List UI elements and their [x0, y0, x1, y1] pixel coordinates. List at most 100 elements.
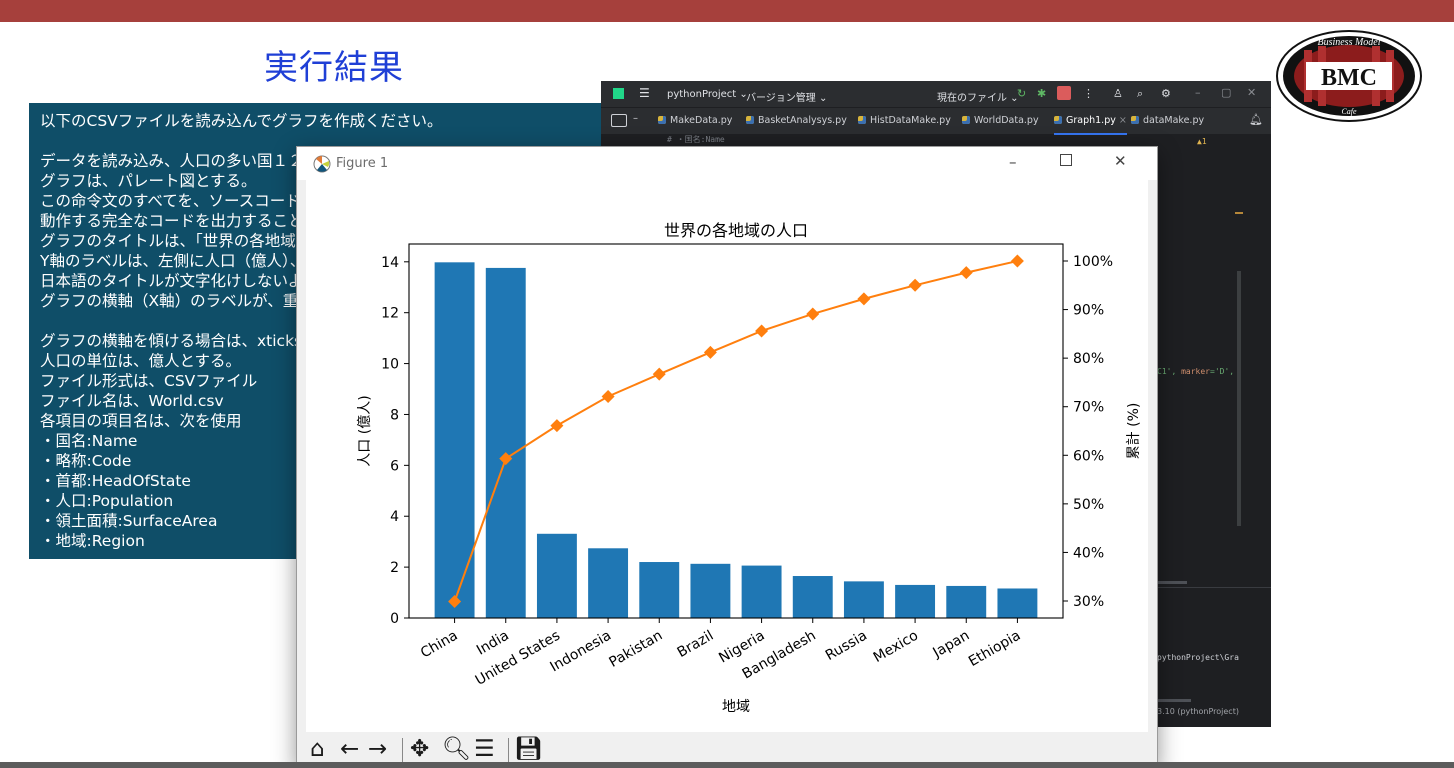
y-tick-label: 2 [390, 560, 399, 576]
ide-project-selector[interactable]: pythonProject ⌄ [667, 89, 748, 100]
chart-title: 世界の各地域の人口 [664, 221, 808, 240]
back-arrow-icon[interactable]: ← [340, 734, 359, 764]
bar [485, 267, 526, 618]
prompt-line: ・首都:HeadOfState [40, 472, 191, 490]
ide-tab-makedata[interactable]: MakeData.py [658, 115, 732, 126]
ide-tab-basketanalysys[interactable]: BasketAnalysys.py [746, 115, 847, 126]
bar [792, 576, 833, 618]
ide-user-icon[interactable]: ♙ [1113, 87, 1123, 100]
ide-maximize-icon[interactable]: ▢ [1221, 86, 1231, 99]
bar [895, 584, 936, 618]
ide-notifications-icon[interactable]: 🔔︎ [1249, 113, 1263, 126]
ide-stop-icon[interactable] [1057, 86, 1071, 100]
logo-main-text: BMC [1321, 65, 1377, 91]
ide-scrollbar[interactable] [1237, 271, 1241, 526]
toolbar-separator [402, 738, 403, 764]
ide-collapse-icon[interactable]: – [633, 113, 638, 124]
x-axis-label: 地域 [722, 699, 750, 715]
python-file-icon [858, 116, 866, 124]
pan-icon[interactable]: ✥ [410, 734, 429, 764]
ide-tab-graph1[interactable]: Graph1.py × [1054, 115, 1127, 135]
ide-minimize-icon[interactable]: – [1195, 86, 1201, 99]
logo-top-text: Business Model [1317, 37, 1380, 48]
ide-main-menu-icon[interactable]: ☰ [639, 86, 650, 100]
prompt-line: 日本語のタイトルが文字化けしないように [40, 272, 335, 290]
prompt-line: この命令文のすべてを、ソースコードに複 [40, 192, 332, 210]
prompt-line: データを読み込み、人口の多い国１２か [40, 152, 320, 170]
ide-rerun-icon[interactable]: ↻ [1017, 87, 1026, 100]
ide-status-interpreter[interactable]: 3.10 (pythonProject) [1157, 707, 1239, 716]
ide-close-icon[interactable]: ✕ [1247, 86, 1256, 99]
y-tick-label: 10 [381, 357, 399, 373]
home-icon[interactable]: ⌂ [310, 734, 325, 764]
ide-run-config-selector[interactable]: 現在のファイル ⌄ [937, 89, 1019, 104]
y2-axis-label: 累計 (%) [1126, 403, 1142, 460]
ide-tab-datamake[interactable]: dataMake.py [1131, 115, 1204, 126]
y2-tick-label: 70% [1073, 400, 1104, 416]
python-file-icon [1054, 116, 1062, 124]
line-marker [959, 266, 973, 280]
matplotlib-icon [313, 155, 331, 173]
python-file-icon [962, 116, 970, 124]
configure-subplots-icon[interactable]: ☰ [474, 734, 495, 764]
ide-scroll-marker [1235, 212, 1243, 214]
y2-tick-label: 80% [1073, 351, 1104, 367]
figure-window-title: Figure 1 [336, 156, 389, 171]
ide-vcs-selector[interactable]: バージョン管理 ⌄ [746, 89, 827, 104]
zoom-icon[interactable]: 🔍︎ [442, 734, 471, 764]
prompt-line: ファイル名は、World.csv [40, 392, 224, 410]
ide-tab-histdatamake[interactable]: HistDataMake.py [858, 115, 951, 126]
ide-tab-worlddata[interactable]: WorldData.py [962, 115, 1039, 126]
y2-tick-label: 30% [1073, 594, 1104, 610]
prompt-line: 以下のCSVファイルを読み込んでグラフを作成ください。 [40, 112, 443, 130]
figure-close-icon[interactable]: ✕ [1114, 152, 1127, 170]
ide-more-icon[interactable]: ⋮ [1083, 87, 1094, 100]
bar [588, 548, 629, 618]
y2-tick-label: 60% [1073, 448, 1104, 464]
prompt-line: 動作する完全なコードを出力すること [40, 212, 304, 230]
line-marker [550, 419, 564, 433]
python-file-icon [658, 116, 666, 124]
save-icon[interactable]: 💾︎ [514, 734, 543, 764]
figure-maximize-icon[interactable] [1060, 154, 1072, 166]
ide-folder-icon[interactable] [611, 114, 627, 127]
y2-tick-label: 50% [1073, 497, 1104, 513]
ide-horizontal-scrollbar[interactable] [1157, 581, 1187, 584]
line-marker [806, 307, 820, 321]
ide-terminal-scrollbar[interactable] [1157, 699, 1191, 702]
ide-search-icon[interactable]: ⌕ [1137, 87, 1143, 101]
prompt-line: グラフの横軸（X軸）のラベルが、重なら [40, 292, 330, 310]
y-tick-label: 14 [381, 255, 399, 271]
line-marker [755, 324, 769, 338]
slide-title: 実行結果 [264, 48, 404, 88]
y-tick-label: 8 [390, 407, 399, 423]
prompt-line: ・領土面積:SurfaceArea [40, 512, 218, 530]
python-file-icon [746, 116, 754, 124]
ide-debug-icon[interactable]: ✱ [1037, 87, 1046, 100]
ide-settings-icon[interactable]: ⚙ [1161, 87, 1171, 100]
tab-close-icon[interactable]: × [1119, 115, 1127, 126]
bmc-logo: BMC Business Model Cafe [1276, 30, 1422, 122]
logo-bottom-text: Cafe [1341, 107, 1357, 116]
prompt-line: ファイル形式は、CSVファイル [40, 372, 258, 390]
figure-window: Figure 1 – ✕ 世界の各地域の人口 0 2 4 6 8 10 12 14 30% 40… [297, 147, 1157, 768]
line-marker [703, 345, 717, 359]
x-tick-label: Ethiopia [966, 628, 1023, 670]
forward-arrow-icon[interactable]: → [368, 734, 387, 764]
prompt-line: 各項目の項目名は、次を使用 [40, 412, 242, 430]
toolbar-separator [508, 738, 509, 764]
prompt-line: ・略称:Code [40, 452, 132, 470]
pareto-chart: 世界の各地域の人口 0 2 4 6 8 10 12 14 30% 40% 50% 60% 70% 80%… [357, 221, 1142, 715]
prompt-line: ・国名:Name [40, 432, 138, 450]
ide-app-icon [613, 88, 624, 99]
figure-canvas[interactable]: 世界の各地域の人口 0 2 4 6 8 10 12 14 30% 40% 50% 60% 70% 80%… [306, 180, 1148, 732]
ide-warning-count[interactable]: ▲1 [1197, 137, 1207, 146]
line-marker [908, 278, 922, 292]
prompt-line: グラフは、パレート図とする。 [40, 172, 257, 190]
ide-titlebar: ☰ pythonProject ⌄ バージョン管理 ⌄ 現在のファイル ⌄ ↻ … [601, 81, 1271, 107]
prompt-line: グラフのタイトルは、「世界の各地域の人 [40, 232, 327, 250]
bar [843, 581, 884, 618]
x-tick-label: Brazil [675, 628, 717, 661]
y-tick-label: 6 [390, 458, 399, 474]
figure-minimize-icon[interactable]: – [1009, 153, 1017, 171]
